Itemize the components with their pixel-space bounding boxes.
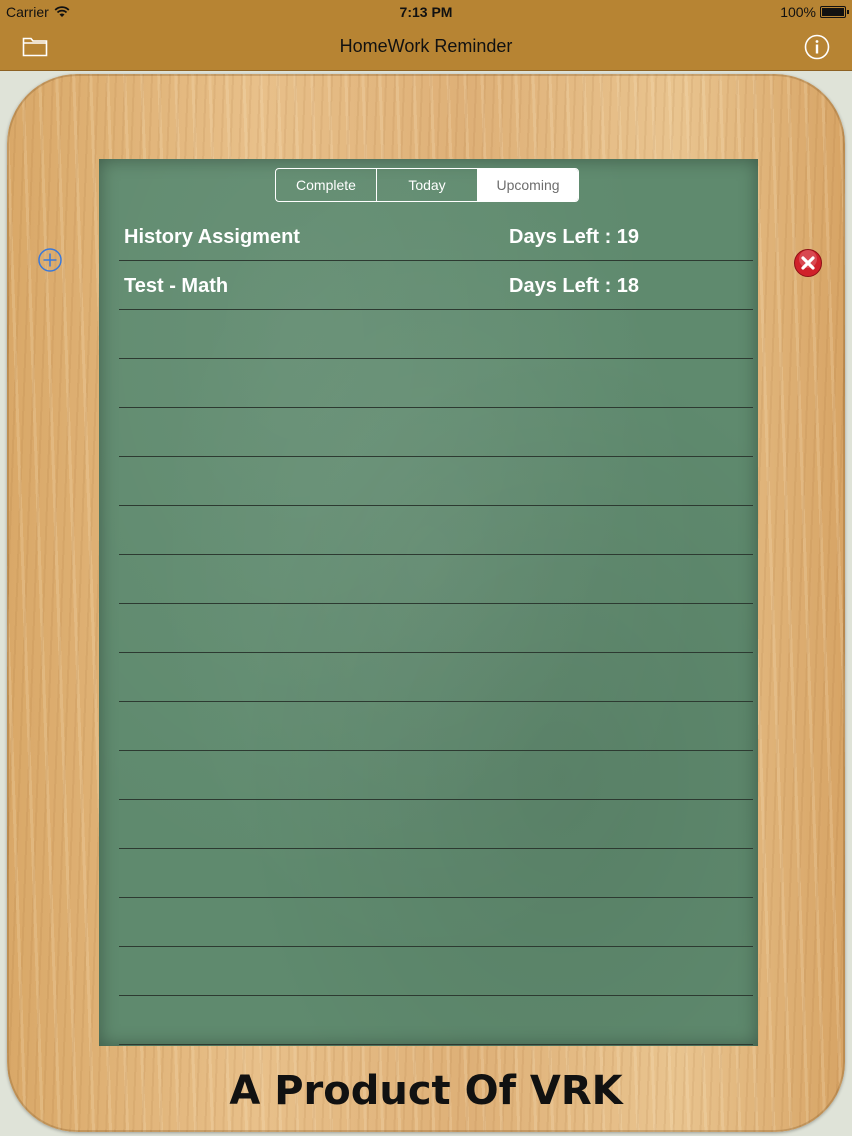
footer-brand-text: A Product Of VRK (229, 1068, 623, 1114)
empty-row (119, 604, 753, 653)
list-item[interactable]: Test - Math Days Left : 18 (119, 261, 753, 310)
empty-row (119, 555, 753, 604)
empty-row (119, 408, 753, 457)
empty-row (119, 457, 753, 506)
empty-row (119, 653, 753, 702)
days-left: Days Left : 18 (509, 275, 640, 297)
assignment-list: History Assigment Days Left : 19 Test - … (119, 212, 753, 1045)
empty-row (119, 310, 753, 359)
nav-bar: HomeWork Reminder (0, 24, 852, 71)
empty-row (119, 751, 753, 800)
tab-upcoming[interactable]: Upcoming (478, 169, 578, 201)
filter-segmented-control: Complete Today Upcoming (275, 168, 579, 202)
delete-icon[interactable] (793, 248, 823, 278)
battery-group: 100% (780, 4, 849, 20)
add-icon[interactable] (37, 247, 63, 273)
status-bar: Carrier 7:13 PM 100% (0, 0, 852, 24)
empty-row (119, 506, 753, 555)
days-left: Days Left : 19 (509, 226, 640, 248)
assignment-name: Test - Math (124, 275, 229, 297)
list-item[interactable]: History Assigment Days Left : 19 (119, 212, 753, 261)
assignment-name: History Assigment (124, 226, 300, 248)
empty-row (119, 996, 753, 1045)
battery-icon (820, 6, 849, 18)
empty-row (119, 849, 753, 898)
empty-row (119, 898, 753, 947)
chalkboard: Complete Today Upcoming History Assigmen… (99, 159, 758, 1046)
empty-row (119, 359, 753, 408)
tab-complete[interactable]: Complete (276, 169, 377, 201)
empty-row (119, 702, 753, 751)
tab-today[interactable]: Today (377, 169, 478, 201)
page-title: HomeWork Reminder (339, 36, 513, 56)
empty-row (119, 800, 753, 849)
info-icon[interactable] (804, 34, 830, 60)
battery-label: 100% (780, 4, 816, 20)
empty-row (119, 947, 753, 996)
status-time: 7:13 PM (399, 4, 453, 20)
